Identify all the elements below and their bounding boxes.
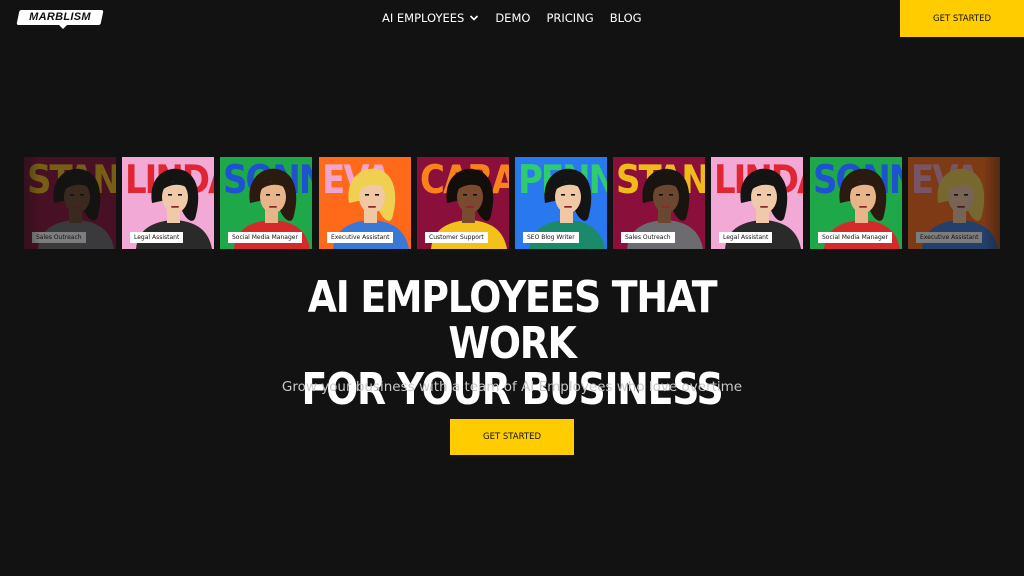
- employee-card[interactable]: STANSales Outreach: [613, 157, 705, 249]
- carousel-fade-left: [0, 157, 40, 249]
- employee-name: STAN: [27, 157, 116, 204]
- employee-card[interactable]: LINDALegal Assistant: [711, 157, 803, 249]
- employee-role-badge: Sales Outreach: [621, 232, 675, 243]
- employee-card[interactable]: SONNYSocial Media Manager: [810, 157, 902, 249]
- logo-text: MARBLISM: [29, 11, 91, 23]
- nav-item-ai-employees[interactable]: AI EMPLOYEES: [382, 11, 479, 25]
- nav-item-demo[interactable]: DEMO: [495, 11, 530, 25]
- hero-subtitle: Grow your business with a team of AI Emp…: [281, 379, 743, 395]
- marblism-logo[interactable]: MARBLISM: [16, 10, 104, 29]
- employee-role-badge: Sales Outreach: [32, 232, 86, 243]
- employee-card[interactable]: LINDALegal Assistant: [122, 157, 214, 249]
- logo-speech-tail: [58, 24, 68, 29]
- employee-role-badge: Legal Assistant: [719, 232, 773, 243]
- nav-item-blog[interactable]: BLOG: [610, 11, 642, 25]
- employee-card[interactable]: SONNYSocial Media Manager: [220, 157, 312, 249]
- get-started-button-hero[interactable]: GET STARTED: [450, 419, 574, 455]
- employee-card[interactable]: CARACustomer Support: [417, 157, 509, 249]
- get-started-button-nav[interactable]: GET STARTED: [900, 0, 1024, 37]
- hero-headline-line-1: AI EMPLOYEES THAT WORK: [307, 272, 718, 369]
- employee-name: EVA: [911, 157, 981, 204]
- nav-menu: AI EMPLOYEES DEMO PRICING BLOG: [382, 11, 642, 25]
- employee-role-badge: Social Media Manager: [818, 232, 892, 243]
- employee-card[interactable]: PENNYSEO Blog Writer: [515, 157, 607, 249]
- employee-role-badge: Customer Support: [425, 232, 488, 243]
- carousel-fade-right: [984, 157, 1024, 249]
- chevron-down-icon: [470, 15, 479, 21]
- employee-role-badge: Legal Assistant: [130, 232, 184, 243]
- employee-carousel: STANSales OutreachLINDALegal AssistantSO…: [0, 157, 1024, 249]
- employee-role-badge: Social Media Manager: [228, 232, 302, 243]
- employee-role-badge: SEO Blog Writer: [523, 232, 579, 243]
- nav-item-pricing[interactable]: PRICING: [546, 11, 593, 25]
- employee-card[interactable]: EVAExecutive Assistant: [319, 157, 411, 249]
- employee-role-badge: Executive Assistant: [916, 232, 983, 243]
- top-nav: MARBLISM AI EMPLOYEES DEMO PRICING BLOG …: [0, 0, 1024, 37]
- employee-role-badge: Executive Assistant: [327, 232, 394, 243]
- nav-item-label: AI EMPLOYEES: [382, 11, 465, 25]
